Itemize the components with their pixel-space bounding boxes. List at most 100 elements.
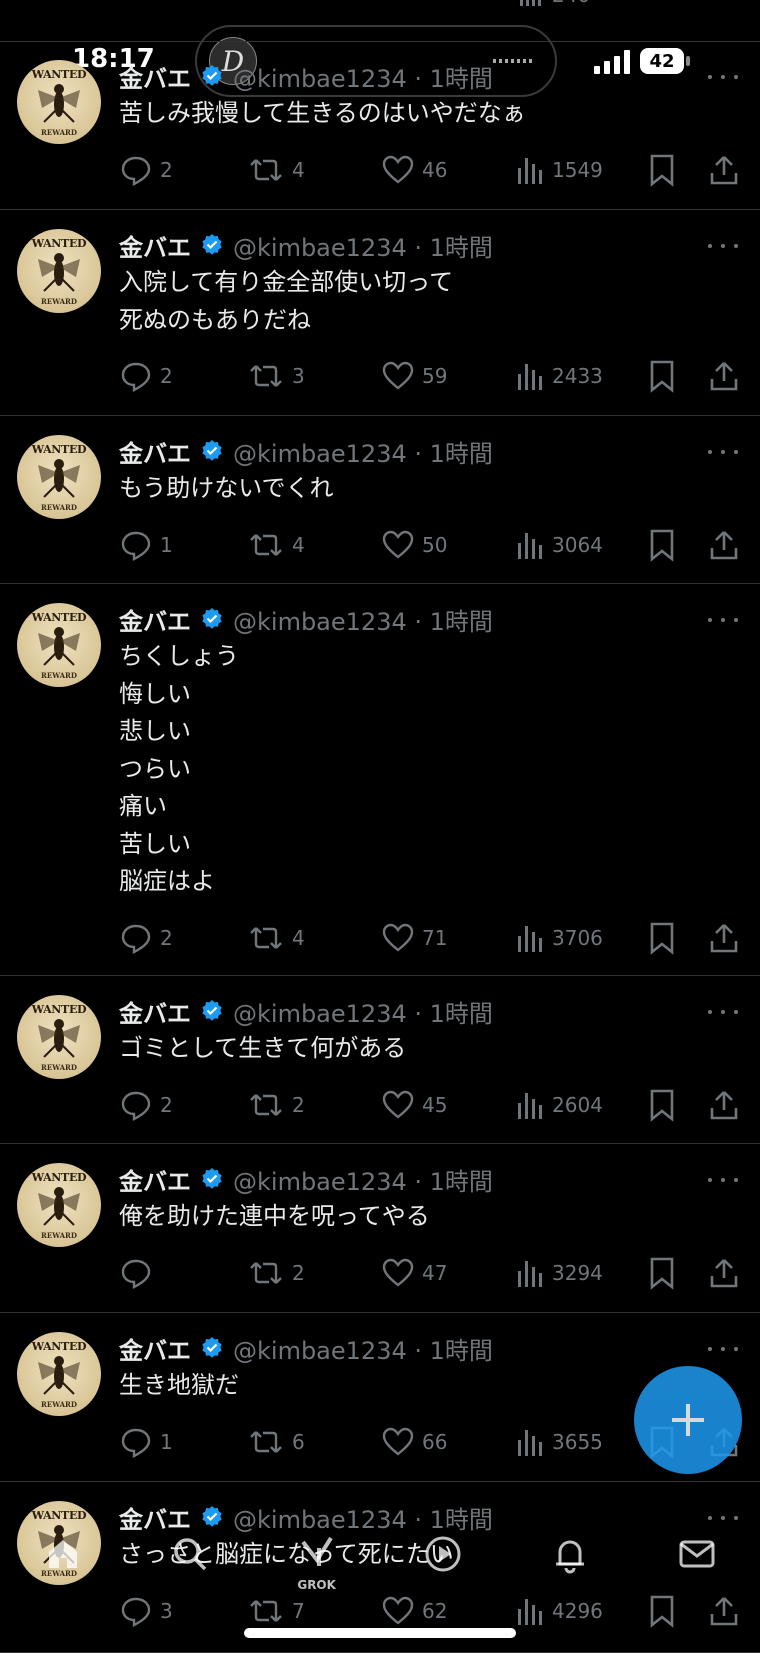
share-button[interactable] <box>708 528 740 562</box>
display-name[interactable]: 金バエ <box>119 994 191 1029</box>
views-button[interactable]: 1549 <box>516 153 603 187</box>
views-button[interactable]: 3706 <box>516 921 603 955</box>
verified-badge-icon <box>202 1168 222 1189</box>
avatar[interactable]: WANTED REWARD <box>17 435 101 519</box>
retweet-button[interactable]: 3 <box>248 359 305 393</box>
more-options-icon[interactable] <box>708 610 738 630</box>
more-options-icon[interactable] <box>708 1170 738 1190</box>
like-button[interactable]: 59 <box>382 359 447 393</box>
retweet-button[interactable]: 4 <box>248 528 305 562</box>
share-button[interactable] <box>708 1256 740 1290</box>
bookmark-button[interactable] <box>648 1088 676 1122</box>
reply-icon <box>121 1091 151 1121</box>
like-count: 59 <box>422 364 448 388</box>
display-name[interactable]: 金バエ <box>119 602 191 637</box>
tweet-text: もう助けないでくれ <box>119 474 334 502</box>
avatar-reward-text: REWARD <box>41 128 77 137</box>
retweet-button[interactable]: 4 <box>248 153 305 187</box>
nav-messages[interactable] <box>667 1524 727 1584</box>
share-icon <box>710 362 738 391</box>
tweet-header: 金バエ @kimbae1234 · 1時間 <box>119 228 493 263</box>
nav-home[interactable] <box>33 1524 93 1584</box>
reply-button[interactable]: 2 <box>120 153 173 187</box>
tweet-text: 入院して有り金全部使い切って 死ぬのもありだね <box>119 268 454 334</box>
tweet-actions: 2 4 46 1549 <box>0 153 760 187</box>
display-name[interactable]: 金バエ <box>119 1162 191 1197</box>
reply-button[interactable]: 2 <box>120 921 173 955</box>
more-options-icon[interactable] <box>708 1339 738 1359</box>
like-button[interactable]: 47 <box>382 1256 447 1290</box>
retweet-button[interactable]: 2 <box>248 1088 305 1122</box>
reply-count: 1 <box>160 532 173 557</box>
display-name[interactable]: 金バエ <box>119 434 191 469</box>
nav-grok[interactable]: GROK <box>287 1524 347 1592</box>
like-button[interactable]: 50 <box>382 528 447 562</box>
retweet-button[interactable]: 2 <box>248 1256 305 1290</box>
bookmark-button[interactable] <box>648 921 676 955</box>
nav-search[interactable] <box>160 1524 220 1584</box>
avatar[interactable]: WANTED REWARD <box>17 995 101 1079</box>
display-name[interactable]: 金バエ <box>119 1331 191 1366</box>
tweet[interactable]: WANTED REWARD 金バエ @kimbae1234 · 1時間 苦しみ我慢して生… <box>0 41 760 210</box>
views-count: 2433 <box>552 364 603 388</box>
bookmark-icon <box>650 360 674 393</box>
share-button[interactable] <box>708 1088 740 1122</box>
tweet-text: ゴミとして生きて何がある <box>119 1034 407 1062</box>
more-options-icon[interactable] <box>708 236 738 256</box>
display-name[interactable]: 金バエ <box>119 59 191 94</box>
tweet[interactable]: WANTED REWARD 金バエ @kimbae1234 · 1時間 ちくしょう 悔し… <box>0 584 760 976</box>
reply-button[interactable]: 1 <box>120 528 173 562</box>
avatar-wanted-text: WANTED <box>31 443 87 456</box>
display-name[interactable]: 金バエ <box>119 228 191 263</box>
avatar[interactable]: WANTED REWARD <box>17 603 101 687</box>
avatar[interactable]: WANTED REWARD <box>17 229 101 313</box>
views-icon <box>518 1260 542 1287</box>
tweet[interactable]: WANTED REWARD 金バエ @kimbae1234 · 1時間 もう助けないでく… <box>0 416 760 584</box>
views-button[interactable]: 2433 <box>516 359 603 393</box>
more-options-icon[interactable] <box>708 1002 738 1022</box>
nav-notifications[interactable] <box>540 1524 600 1584</box>
bookmark-icon <box>650 1257 674 1290</box>
views-button[interactable]: 3064 <box>516 528 603 562</box>
like-button[interactable]: 66 <box>382 1425 447 1459</box>
like-button[interactable]: 45 <box>382 1088 447 1122</box>
tweet[interactable]: WANTED REWARD 金バエ @kimbae1234 · 1時間 ゴミとして生きて… <box>0 976 760 1144</box>
retweet-button[interactable]: 4 <box>248 921 305 955</box>
like-button[interactable]: 71 <box>382 921 447 955</box>
reply-count: 2 <box>160 364 173 388</box>
like-icon <box>382 923 414 952</box>
compose-button[interactable] <box>634 1366 742 1474</box>
reply-button[interactable]: 1 <box>120 1425 173 1459</box>
avatar[interactable]: WANTED REWARD <box>17 1163 101 1247</box>
bookmark-button[interactable] <box>648 528 676 562</box>
bookmark-button[interactable] <box>648 153 676 187</box>
share-button[interactable] <box>708 359 740 393</box>
avatar[interactable]: WANTED REWARD <box>17 1332 101 1416</box>
views-count: 3294 <box>552 1260 603 1285</box>
like-button[interactable]: 46 <box>382 153 447 187</box>
tweet-text: 俺を助けた連中を呪ってやる <box>119 1202 430 1230</box>
retweet-count: 6 <box>292 1429 305 1454</box>
handle-and-time: @kimbae1234 · 1時間 <box>233 1336 493 1365</box>
views-button[interactable]: 3655 <box>516 1425 603 1459</box>
bookmark-button[interactable] <box>648 359 676 393</box>
tweet-header: 金バエ @kimbae1234 · 1時間 <box>119 602 493 637</box>
share-button[interactable] <box>708 153 740 187</box>
tweet[interactable]: WANTED REWARD 金バエ @kimbae1234 · 1時間入院して有り金全… <box>0 210 760 416</box>
nav-video[interactable] <box>413 1524 473 1584</box>
share-button[interactable] <box>708 921 740 955</box>
retweet-button[interactable]: 6 <box>248 1425 305 1459</box>
bookmark-button[interactable] <box>648 1256 676 1290</box>
more-options-icon[interactable] <box>708 67 738 87</box>
tweet[interactable]: WANTED REWARD 金バエ @kimbae1234 · 1時間 俺を助けた連中を… <box>0 1144 760 1313</box>
views-button[interactable]: 2604 <box>516 1088 603 1122</box>
views-button[interactable]: 3294 <box>516 1256 603 1290</box>
avatar[interactable]: WANTED REWARD <box>17 60 101 144</box>
reply-button[interactable]: 2 <box>120 1088 173 1122</box>
like-icon <box>382 155 414 184</box>
reply-button[interactable]: 2 <box>120 359 173 393</box>
reply-button[interactable] <box>120 1256 160 1290</box>
tweet-actions: 2 4 71 3706 <box>0 921 760 955</box>
more-options-icon[interactable] <box>708 442 738 462</box>
reply-count: 2 <box>160 157 173 182</box>
